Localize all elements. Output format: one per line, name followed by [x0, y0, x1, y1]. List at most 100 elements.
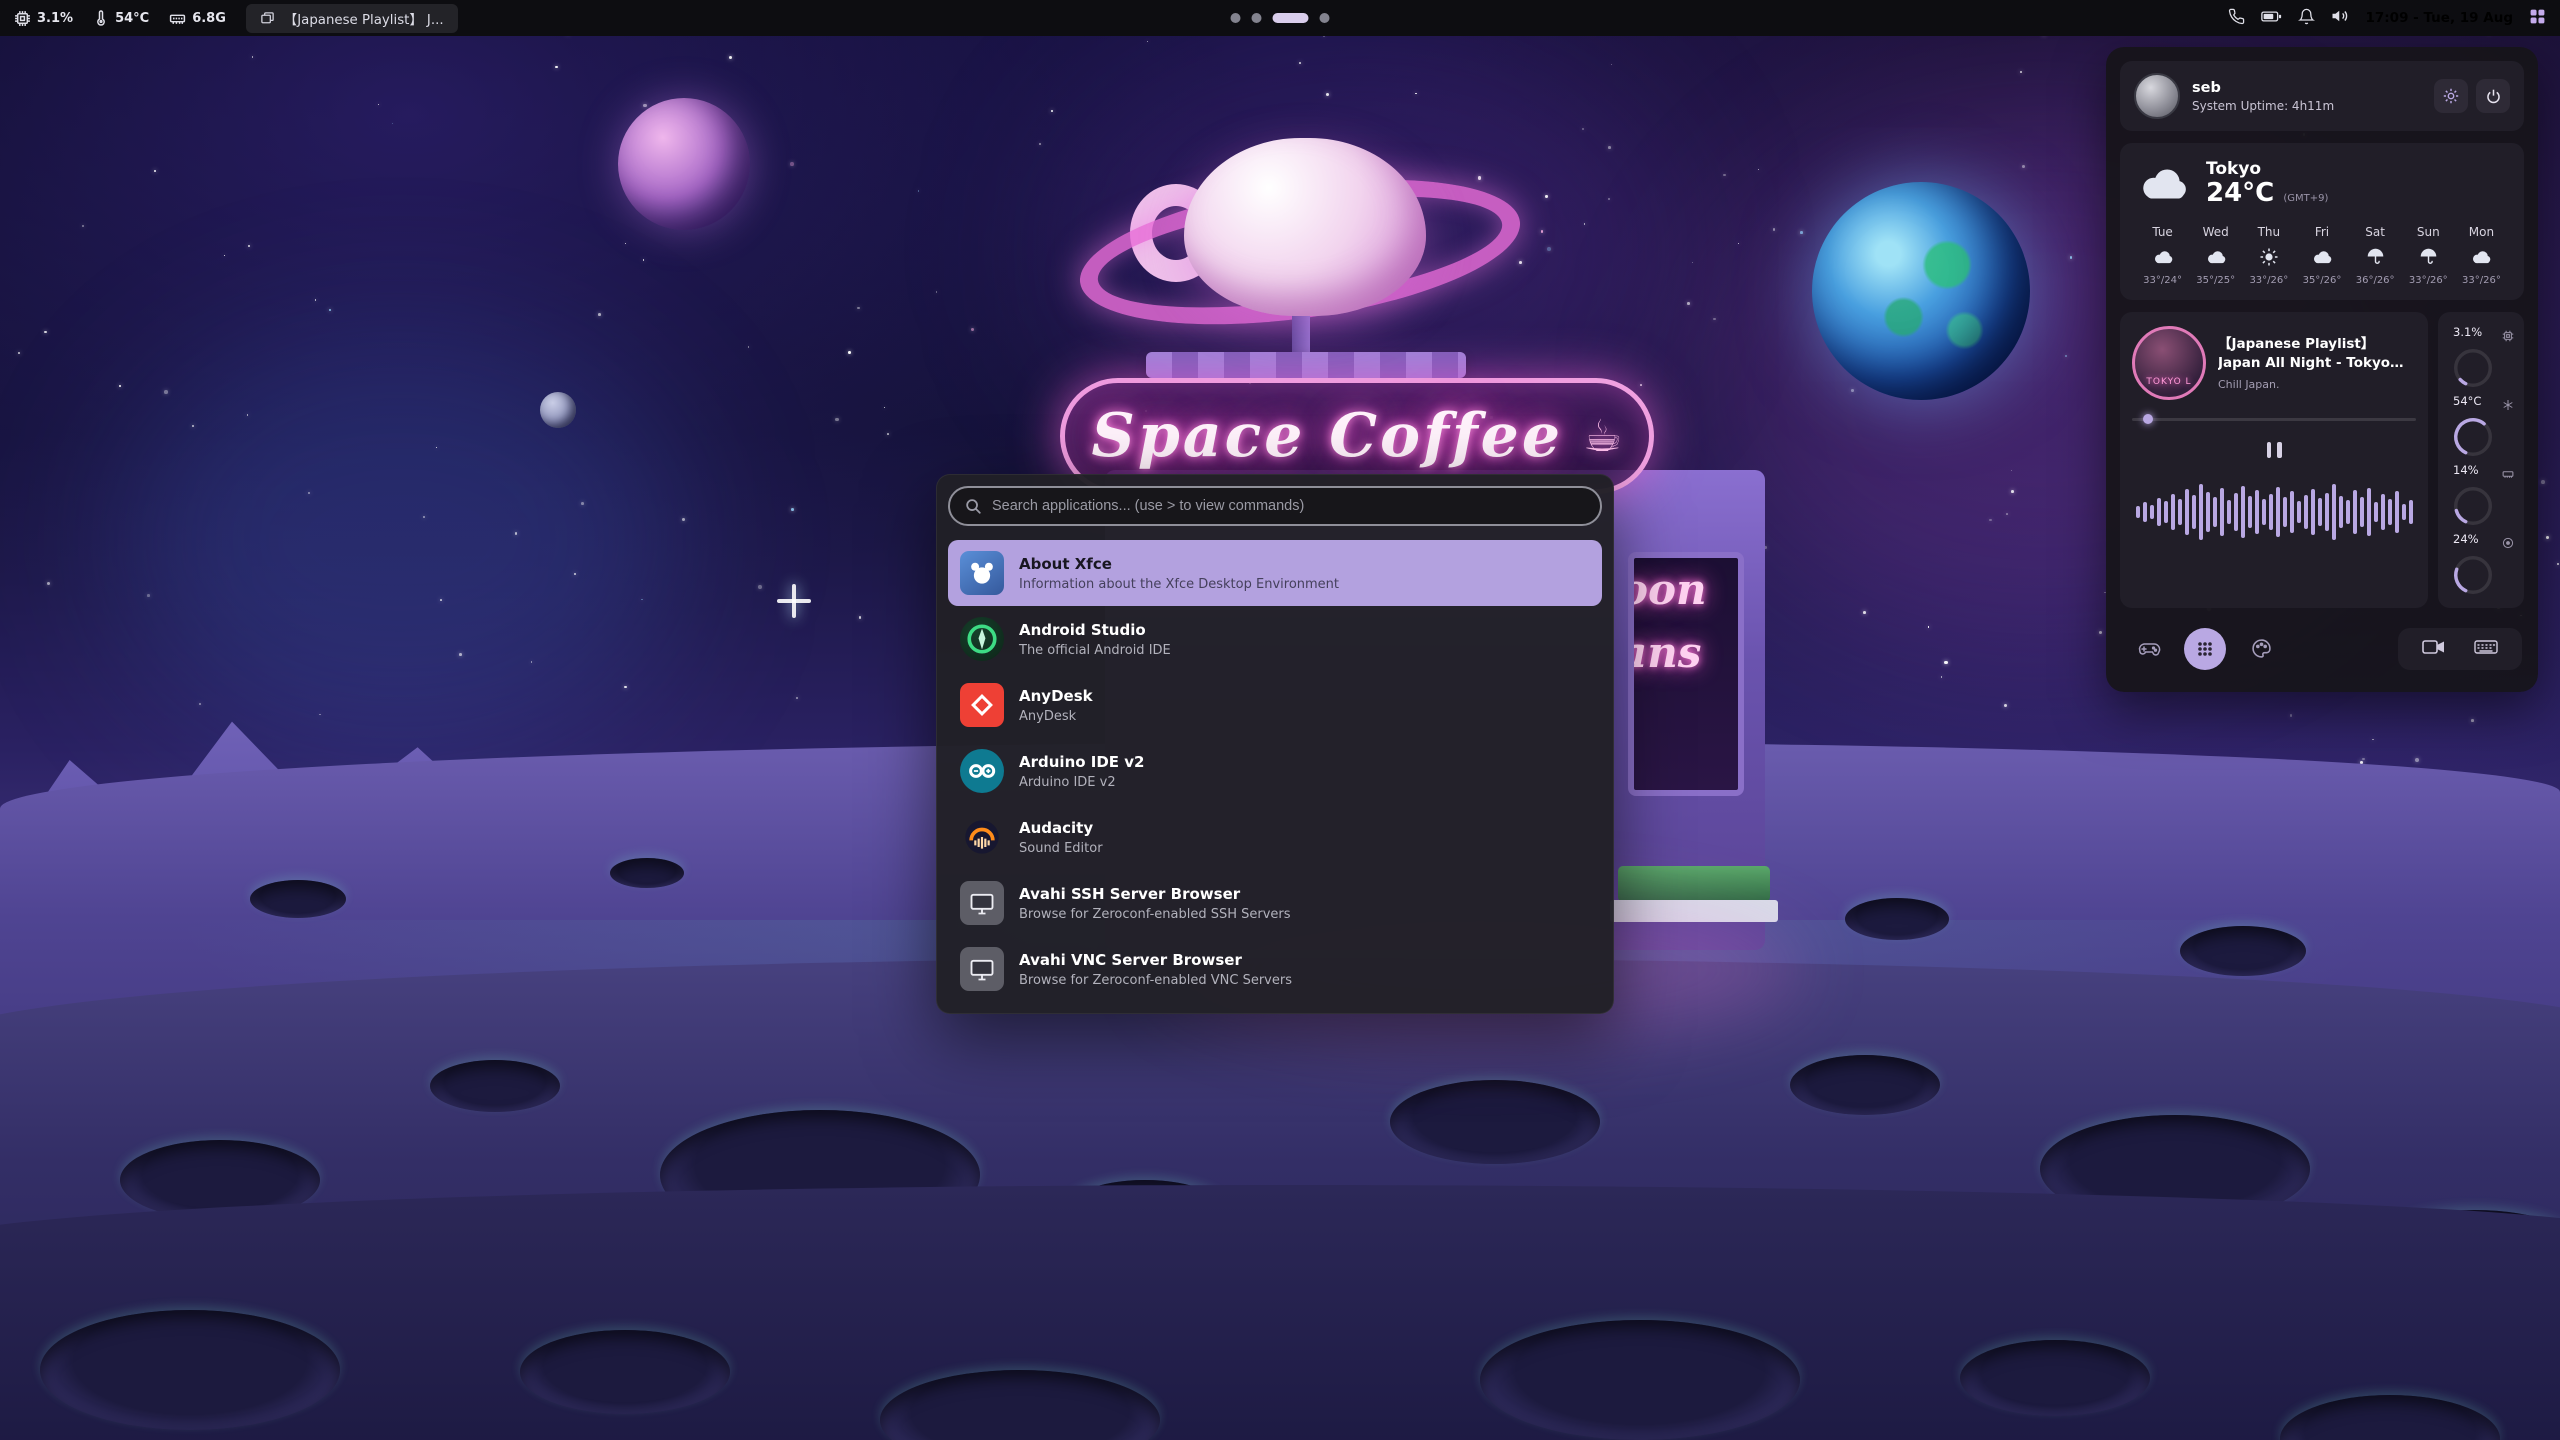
waveform-bar — [2353, 490, 2357, 534]
apps-button[interactable] — [2184, 628, 2226, 670]
workspace-dot[interactable] — [1252, 13, 1262, 23]
search-input[interactable] — [992, 498, 1586, 514]
umbrella-icon — [2402, 245, 2455, 269]
window-neon-text: ans — [1628, 621, 1738, 684]
phone-link-button[interactable] — [2228, 8, 2245, 29]
waveform-bar — [2325, 493, 2329, 531]
star — [835, 418, 838, 421]
taskbar-window-button[interactable]: 【Japanese Playlist】 J... — [246, 4, 458, 33]
star — [1851, 389, 1854, 392]
pause-button[interactable] — [2257, 437, 2291, 463]
workspace-dot-active[interactable] — [1273, 13, 1309, 23]
arduino-icon — [960, 749, 1004, 793]
star — [758, 585, 762, 589]
cpu-temp-indicator: 54°C — [93, 10, 149, 26]
result-avahi-vnc[interactable]: Avahi VNC Server Browser Browse for Zeroc… — [948, 936, 1602, 1002]
star — [2362, 758, 2365, 761]
forecast-temps: 33°/26° — [2402, 275, 2455, 286]
album-label: TOKYO L — [2135, 377, 2203, 387]
media-subtitle: Chill Japan. — [2218, 378, 2416, 391]
forecast-temps: 33°/26° — [2242, 275, 2295, 286]
star — [2546, 536, 2549, 539]
volume-icon — [2331, 7, 2349, 25]
cpu-temp-value: 54°C — [115, 11, 149, 26]
notifications-button[interactable] — [2298, 8, 2315, 29]
star — [44, 331, 47, 334]
waveform-bar — [2276, 487, 2280, 537]
result-name: About Xfce — [1019, 555, 1112, 573]
result-android-studio[interactable]: Android StudioThe official Android IDE — [948, 606, 1602, 672]
memory-icon — [2502, 465, 2514, 484]
crater — [2180, 926, 2306, 976]
gamepad-icon — [2137, 641, 2161, 657]
result-anydesk[interactable]: AnyDeskAnyDesk — [948, 672, 1602, 738]
volume-button[interactable] — [2331, 7, 2349, 29]
app-grid-button[interactable] — [2529, 8, 2546, 29]
star — [971, 328, 974, 331]
clock[interactable]: 17:09 - Tue, 19 Aug — [2365, 10, 2513, 26]
sign-marquee — [1146, 352, 1466, 378]
result-desc: Arduino IDE v2 — [1019, 775, 1116, 790]
waveform-bar — [2283, 497, 2287, 527]
record-button[interactable] — [2422, 639, 2446, 659]
album-art: TOKYO L — [2132, 326, 2206, 400]
user-name: seb — [2192, 80, 2334, 96]
crater — [610, 858, 684, 888]
window-icon — [260, 11, 275, 26]
result-name: Avahi VNC Server Browser — [1019, 951, 1242, 969]
cloud-icon — [2189, 245, 2242, 269]
phone-icon — [2228, 8, 2245, 25]
cpu-icon — [14, 10, 31, 27]
keyboard-button[interactable] — [2474, 639, 2498, 659]
result-audacity[interactable]: AudacitySound Editor — [948, 804, 1602, 870]
top-bar: 3.1% 54°C 6.8G 【Japanese Playlist】 J... — [0, 0, 2560, 36]
result-desc: Browse for Zeroconf-enabled VNC Servers — [1019, 973, 1292, 988]
star — [936, 291, 937, 292]
weather-timezone: (GMT+9) — [2283, 193, 2328, 204]
keyboard-icon — [2474, 639, 2498, 655]
star — [1758, 169, 1759, 170]
controller-button[interactable] — [2128, 628, 2170, 670]
result-name: Avahi SSH Server Browser — [1019, 885, 1240, 903]
media-progress-slider[interactable] — [2132, 418, 2416, 421]
result-arduino[interactable]: Arduino IDE v2Arduino IDE v2 — [948, 738, 1602, 804]
cloud-icon — [2136, 166, 2190, 202]
memory-gauge-value: 14% — [2453, 463, 2479, 477]
progress-handle[interactable] — [2143, 414, 2153, 424]
window-neon-text: oon — [1628, 558, 1738, 621]
cloud-icon — [2295, 245, 2348, 269]
widget-panel: seb System Uptime: 4h11m Tokyo 24°C (GMT… — [2106, 47, 2538, 692]
power-button[interactable] — [2476, 79, 2510, 113]
anydesk-icon — [960, 683, 1004, 727]
settings-button[interactable] — [2434, 79, 2468, 113]
forecast-day: Tue — [2136, 225, 2189, 239]
waveform-bar — [2346, 500, 2350, 524]
server-browser-icon — [960, 947, 1004, 991]
star — [119, 385, 121, 387]
temperature-gauge: 54°C — [2444, 391, 2518, 460]
forecast-temps: 35°/26° — [2295, 275, 2348, 286]
pause-icon — [2277, 442, 2282, 458]
star — [598, 313, 601, 316]
android-studio-icon — [960, 617, 1004, 661]
result-avahi-ssh[interactable]: Avahi SSH Server BrowserBrowse for Zeroc… — [948, 870, 1602, 936]
star — [1989, 519, 1991, 521]
result-about-xfce[interactable]: About XfceInformation about the Xfce Des… — [948, 540, 1602, 606]
waveform-bar — [2304, 495, 2308, 529]
waveform-bar — [2171, 494, 2175, 530]
waveform-bar — [2381, 494, 2385, 530]
app-grid-icon — [2529, 8, 2546, 25]
color-picker-button[interactable] — [2240, 628, 2282, 670]
battery-button[interactable] — [2261, 9, 2282, 28]
crater — [1390, 1080, 1600, 1164]
apps-grid-icon — [2196, 640, 2214, 658]
waveform-bar — [2360, 497, 2364, 527]
waveform-bar — [2395, 491, 2399, 533]
snowflake-icon — [2502, 396, 2514, 415]
waveform-bar — [2157, 498, 2161, 526]
cpu-gauge: 3.1% — [2444, 322, 2518, 391]
workspace-dot[interactable] — [1231, 13, 1241, 23]
workspace-dot[interactable] — [1320, 13, 1330, 23]
coffee-cup-icon: ☕ — [1583, 411, 1622, 462]
waveform-bar — [2311, 489, 2315, 535]
